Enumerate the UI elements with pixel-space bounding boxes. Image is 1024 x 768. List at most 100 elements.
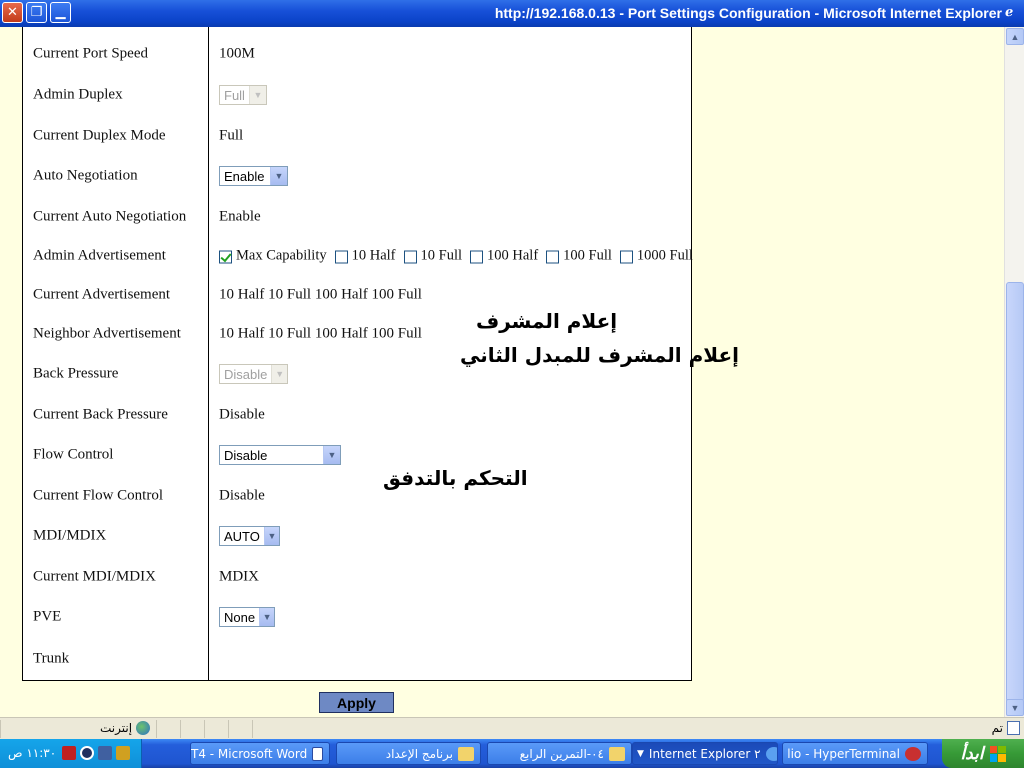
title-bar: ✕ ❐ ▁ http://192.168.0.13 - Port Setting… [0, 0, 1024, 27]
row-value: Enable [219, 208, 261, 225]
task-label: ٠٤-التمرين الرابع [519, 746, 604, 761]
row-label: Current MDI/MDIX [33, 568, 156, 585]
checkbox-label: 10 Half [351, 247, 396, 264]
auto-negotiation-select[interactable]: Enable ▼ [219, 166, 288, 186]
task-internet-explorer[interactable]: ▼ Internet Explorer ٢ [632, 742, 778, 765]
row-label: Current Advertisement [33, 286, 171, 303]
1000-full-checkbox[interactable] [619, 250, 633, 264]
status-bar: تم إنترنت [0, 717, 1024, 739]
status-done: تم [992, 721, 1020, 735]
close-icon: ✕ [7, 5, 18, 20]
row-admin-advertisement: Admin Advertisement Max Capability 10 Ha… [23, 236, 693, 276]
row-trunk: Trunk [23, 639, 691, 679]
page-icon [1007, 721, 1020, 735]
close-button[interactable]: ✕ [2, 2, 23, 23]
row-value: Disable [219, 406, 265, 423]
select-value: None [224, 609, 256, 625]
row-label: MDI/MDIX [33, 527, 107, 544]
chevron-down-icon: ▼ [263, 527, 279, 545]
chevron-down-icon: ▼ [270, 167, 287, 185]
status-text: تم [991, 721, 1003, 735]
100-half-checkbox[interactable] [470, 250, 484, 264]
window-title: http://192.168.0.13 - Port Settings Conf… [494, 5, 1002, 21]
scroll-up-button[interactable]: ▲ [1006, 28, 1024, 45]
taskbar: ١١:٣٠ ص T4 - Microsoft Word برنامج الإعد… [0, 739, 1024, 768]
page-margin-left [0, 27, 22, 717]
chevron-down-icon: ▼ [271, 365, 287, 383]
row-value: 10 Half 10 Full 100 Half 100 Full [219, 325, 422, 342]
row-label: Back Pressure [33, 365, 119, 382]
windows-logo-icon [989, 745, 1006, 762]
row-label: Trunk [33, 650, 70, 667]
row-value: Disable [219, 487, 265, 504]
select-value: Disable [224, 366, 268, 382]
row-label: Current Duplex Mode [33, 127, 166, 144]
row-back-pressure: Back Pressure Disable ▼ [23, 354, 691, 394]
start-button[interactable]: ابدأ [942, 739, 1024, 768]
folder-icon [458, 746, 474, 761]
back-pressure-select: Disable ▼ [219, 364, 288, 384]
tray-app-icon[interactable] [62, 746, 76, 760]
flow-control-select[interactable]: Disable ▼ [219, 445, 341, 465]
chevron-down-icon: ▼ [259, 608, 274, 626]
tray-clock-icon[interactable] [80, 746, 94, 760]
checkbox-label: 1000 Full [636, 247, 693, 264]
task-setup-program[interactable]: برنامج الإعداد [336, 742, 481, 765]
task-label: T4 - Microsoft Word [191, 746, 308, 761]
checkbox-label: Max Capability [236, 247, 327, 264]
row-value: Full [219, 127, 244, 144]
apply-button[interactable]: Apply [319, 692, 394, 713]
row-label: Auto Negotiation [33, 167, 138, 184]
10-half-checkbox[interactable] [334, 250, 348, 264]
folder-icon [609, 746, 625, 761]
row-current-back-pressure: Current Back Pressure Disable [23, 395, 691, 435]
pve-select[interactable]: None ▼ [219, 607, 275, 627]
row-label: Flow Control [33, 446, 114, 463]
advertisement-checkboxes: Max Capability 10 Half 10 Full 100 Half … [219, 248, 693, 265]
scroll-down-button[interactable]: ▼ [1006, 699, 1024, 716]
select-value: Disable [224, 447, 268, 463]
port-settings-table: Current Port Speed 100M Admin Duplex Ful… [22, 27, 739, 681]
row-label: Current Port Speed [33, 45, 148, 62]
tray-tool-icon[interactable] [116, 746, 130, 760]
row-label: Current Auto Negotiation [33, 208, 187, 225]
admin-duplex-select: Full ▼ [219, 85, 267, 105]
row-value: MDIX [219, 568, 259, 585]
clock: ١١:٣٠ ص [8, 746, 57, 760]
scroll-thumb[interactable] [1006, 282, 1024, 702]
word-icon [312, 746, 323, 761]
row-auto-negotiation: Auto Negotiation Enable ▼ [23, 156, 691, 196]
row-current-mdi-mdix: Current MDI/MDIX MDIX [23, 557, 691, 597]
network-icon[interactable] [98, 746, 112, 760]
select-value: Full [224, 87, 245, 103]
checkbox-label: 100 Full [563, 247, 612, 264]
page-viewport: Current Port Speed 100M Admin Duplex Ful… [0, 27, 1004, 717]
row-flow-control: Flow Control Disable ▼ [23, 435, 691, 475]
checkbox-label: 100 Half [487, 247, 539, 264]
row-current-auto-negotiation: Current Auto Negotiation Enable [23, 197, 691, 237]
task-exercise-folder[interactable]: ٠٤-التمرين الرابع [487, 742, 632, 765]
10-full-checkbox[interactable] [403, 250, 417, 264]
chevron-down-icon: ▼ [249, 86, 266, 104]
vertical-scrollbar[interactable]: ▲ ▼ [1004, 27, 1024, 717]
task-word[interactable]: T4 - Microsoft Word [190, 742, 330, 765]
mdi-mdix-select[interactable]: AUTO ▼ [219, 526, 280, 546]
row-label: Admin Advertisement [33, 247, 166, 264]
select-value: Enable [224, 168, 265, 184]
task-hyperterminal[interactable]: lio - HyperTerminal [782, 742, 928, 765]
chevron-down-icon: ▼ [637, 748, 644, 759]
max-capability-checkbox[interactable] [219, 250, 232, 264]
select-value: AUTO [224, 528, 260, 544]
system-tray: ١١:٣٠ ص [0, 739, 142, 768]
restore-button[interactable]: ❐ [26, 2, 47, 23]
row-admin-duplex: Admin Duplex Full ▼ [23, 75, 691, 115]
ie-icon: ℯ [1005, 5, 1014, 20]
security-zone: إنترنت [100, 721, 151, 735]
chevron-down-icon: ▼ [1010, 702, 1020, 713]
chevron-down-icon: ▼ [323, 446, 340, 464]
minimize-button[interactable]: ▁ [50, 2, 71, 23]
zone-text: إنترنت [100, 721, 133, 735]
row-label: Current Back Pressure [33, 406, 168, 423]
100-full-checkbox[interactable] [546, 250, 560, 264]
row-value: 100M [219, 45, 255, 62]
